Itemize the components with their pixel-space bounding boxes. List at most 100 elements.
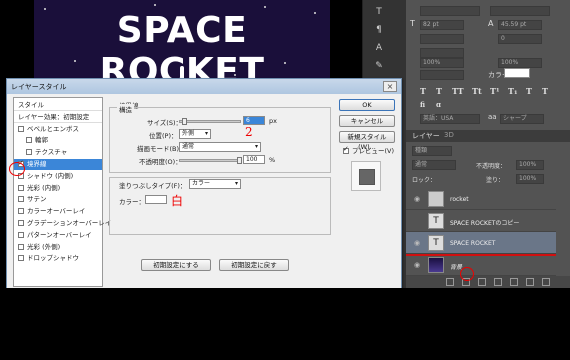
visibility-eye-icon[interactable]: ◉ <box>414 196 420 203</box>
text-color-swatch[interactable] <box>504 68 530 78</box>
style-list-item[interactable]: ドロップシャドウ <box>14 253 102 264</box>
style-list-item[interactable]: テクスチャ <box>14 147 102 158</box>
checkbox-icon[interactable] <box>18 184 24 191</box>
font-style-field[interactable] <box>490 6 550 16</box>
opacity-label: 不透明度(O)： <box>139 158 182 166</box>
text-tool-icon[interactable]: T <box>373 6 385 18</box>
layer-row[interactable]: T SPACE ROCKETのコピー <box>406 210 556 232</box>
layer-opacity-field[interactable]: 100% <box>516 160 544 170</box>
adjustment-layer-icon[interactable] <box>494 278 502 286</box>
horizontal-scale-field[interactable]: 100% <box>498 58 542 68</box>
group-icon[interactable] <box>510 278 518 286</box>
baseline-field[interactable] <box>420 70 464 80</box>
style-list-item[interactable]: カラーオーバーレイ <box>14 206 102 217</box>
antialias-select[interactable]: シャープ <box>500 114 544 124</box>
new-layer-icon[interactable] <box>526 278 534 286</box>
underline-button[interactable]: T <box>526 86 532 96</box>
all-caps-button[interactable]: TT <box>452 86 464 96</box>
checkbox-icon[interactable] <box>18 243 24 250</box>
layer-row[interactable]: ◉ rocket <box>406 188 556 210</box>
checkbox-icon[interactable] <box>18 125 24 132</box>
style-list-header[interactable]: スタイル <box>14 100 102 111</box>
style-list-label: グラデーションオーバーレイ <box>27 219 112 227</box>
tracking-field[interactable]: 0 <box>498 34 542 44</box>
ok-button[interactable]: OK <box>339 99 395 111</box>
annotation-number-2: 2 <box>245 125 253 139</box>
reset-default-button[interactable]: 初期設定に戻す <box>219 259 289 271</box>
visibility-eye-icon[interactable]: ◉ <box>414 262 420 269</box>
style-list-item[interactable]: 境界線 <box>14 158 102 170</box>
style-list-item[interactable]: グラデーションオーバーレイ <box>14 218 111 229</box>
layer-blend-mode[interactable]: 通常 <box>412 160 456 170</box>
style-list-label: 境界線 <box>27 160 47 168</box>
cancel-button[interactable]: キャンセル <box>339 115 395 127</box>
style-list-item[interactable]: ベベルとエンボス <box>14 124 102 135</box>
swash-button[interactable]: ɑ <box>436 100 441 109</box>
tab-3d[interactable]: 3D <box>444 131 454 139</box>
tab-layers[interactable]: レイヤー <box>412 131 440 141</box>
size-input[interactable]: 6 <box>243 116 265 125</box>
opacity-slider-knob[interactable] <box>237 157 242 164</box>
make-default-button[interactable]: 初期設定にする <box>141 259 211 271</box>
size-slider[interactable] <box>179 118 241 125</box>
document-canvas[interactable]: SPACE ROCKET <box>0 0 362 90</box>
style-list-item[interactable]: 光彩 (外側) <box>14 242 102 253</box>
fill-field[interactable]: 100% <box>516 174 544 184</box>
layer-row[interactable]: ◉ 背景 <box>406 254 556 276</box>
small-caps-button[interactable]: Tt <box>472 86 482 96</box>
style-list-item[interactable]: 輪郭 <box>14 135 102 146</box>
new-style-button[interactable]: 新規スタイル(W)... <box>339 131 395 151</box>
annotation-white: 白 <box>171 194 184 208</box>
visibility-eye-icon[interactable] <box>414 218 420 224</box>
chevron-down-icon: ▾ <box>234 180 238 187</box>
visibility-eye-icon[interactable]: ◉ <box>414 240 420 247</box>
brush-icon[interactable]: ✎ <box>373 60 385 72</box>
layer-row[interactable]: ◉ T SPACE ROCKET <box>406 232 556 254</box>
space-image: SPACE ROCKET <box>34 0 330 90</box>
layer-kind-filter[interactable]: 種類 <box>412 146 452 156</box>
leading-field[interactable]: 45.59 pt <box>498 20 542 30</box>
tsume-field[interactable] <box>420 48 464 58</box>
trash-icon[interactable] <box>542 278 550 286</box>
style-list-label: サテン <box>27 195 47 204</box>
style-list-label: シャドウ (内側) <box>27 171 74 180</box>
faux-italic-button[interactable]: T <box>436 86 442 96</box>
dialog-titlebar[interactable]: レイヤースタイル × <box>7 79 401 94</box>
link-icon[interactable] <box>446 278 454 286</box>
checkbox-icon[interactable] <box>18 220 24 226</box>
checkbox-icon[interactable] <box>26 137 32 144</box>
size-slider-knob[interactable] <box>182 118 188 125</box>
superscript-button[interactable]: T¹ <box>490 86 499 96</box>
opacity-slider[interactable] <box>179 157 242 164</box>
style-list-item[interactable]: パターンオーバーレイ <box>14 230 102 241</box>
fill-type-select[interactable]: カラー ▾ <box>189 179 241 189</box>
subscript-button[interactable]: T₁ <box>508 86 517 96</box>
faux-bold-button[interactable]: T <box>420 86 426 96</box>
style-list-item[interactable]: シャドウ (内側) <box>14 171 102 182</box>
opacity-input[interactable]: 100 <box>243 155 265 164</box>
blend-mode-select[interactable]: 通常 ▾ <box>179 142 261 152</box>
stroke-color-swatch[interactable] <box>145 195 167 204</box>
bottom-background <box>0 288 570 360</box>
preview-checkbox[interactable]: プレビュー(V) <box>343 145 394 155</box>
character-icon[interactable]: A <box>373 42 385 54</box>
style-list-header[interactable]: レイヤー効果：初期設定 <box>14 112 102 123</box>
checkbox-icon[interactable] <box>18 208 24 215</box>
strikethrough-button[interactable]: T <box>542 86 548 96</box>
checkbox-icon[interactable] <box>18 255 24 262</box>
mask-icon[interactable] <box>478 278 486 286</box>
font-family-field[interactable] <box>420 6 480 16</box>
font-size-field[interactable]: 82 pt <box>420 20 464 30</box>
style-list-item[interactable]: 光彩 (内側) <box>14 183 102 194</box>
vertical-scale-field[interactable]: 100% <box>420 58 464 68</box>
close-button[interactable]: × <box>383 81 397 92</box>
checkbox-icon[interactable] <box>18 231 24 238</box>
checkbox-icon[interactable] <box>26 149 32 156</box>
ligature-button[interactable]: fi <box>420 100 425 109</box>
position-select[interactable]: 外側 ▾ <box>179 129 211 139</box>
language-select[interactable]: 英語：USA <box>420 114 480 124</box>
kerning-field[interactable] <box>420 34 464 44</box>
style-list-item[interactable]: サテン <box>14 194 102 205</box>
paragraph-icon[interactable]: ¶ <box>373 24 385 36</box>
checkbox-icon[interactable] <box>18 196 24 203</box>
